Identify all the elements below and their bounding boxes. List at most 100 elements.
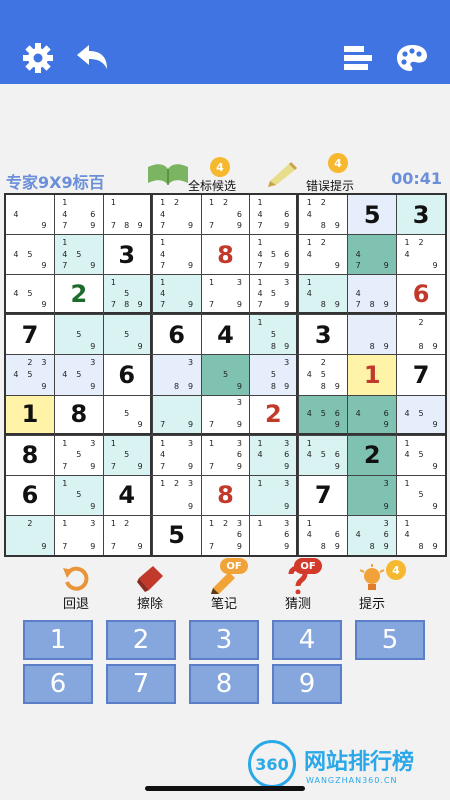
sudoku-cell[interactable]: 8 — [201, 475, 250, 515]
sudoku-cell[interactable]: 4569 — [299, 395, 348, 435]
sudoku-cell[interactable]: 1789 — [103, 195, 152, 235]
sudoku-cell[interactable]: 59 — [201, 355, 250, 395]
sudoku-cell[interactable]: 6 — [103, 355, 152, 395]
number-key-8[interactable]: 8 — [189, 664, 259, 704]
number-key-3[interactable]: 3 — [189, 620, 259, 660]
sudoku-cell[interactable]: 59 — [54, 315, 103, 355]
back-arrow-icon[interactable] — [72, 38, 112, 78]
sudoku-cell[interactable]: 1 3 7 9 — [201, 275, 250, 315]
sudoku-cell[interactable]: 8 — [54, 395, 103, 435]
sudoku-cell[interactable]: 4789 — [348, 275, 397, 315]
sudoku-cell[interactable]: 59 — [103, 315, 152, 355]
sudoku-cell[interactable]: 2 89 — [397, 315, 445, 355]
sudoku-cell[interactable]: 7 — [6, 315, 54, 355]
palette-icon[interactable] — [392, 38, 432, 78]
sudoku-cell[interactable]: 1489 — [397, 515, 445, 555]
sudoku-cell[interactable]: 1 4 689 — [299, 515, 348, 555]
sudoku-cell[interactable]: 1 4 6 7 9 — [250, 195, 299, 235]
sudoku-cell[interactable]: 4 — [201, 315, 250, 355]
sudoku-cell[interactable]: 159 — [397, 475, 445, 515]
sudoku-cell[interactable]: 147 9 — [152, 275, 201, 315]
sudoku-cell[interactable]: 2 — [250, 395, 299, 435]
sudoku-cell[interactable]: 123 9 — [152, 475, 201, 515]
sudoku-cell[interactable]: 15789 — [103, 275, 152, 315]
sudoku-cell[interactable]: 124 9 — [397, 235, 445, 275]
sudoku-cell[interactable]: 1 459 — [397, 435, 445, 475]
sudoku-cell[interactable]: 3 — [299, 315, 348, 355]
number-key-5[interactable]: 5 — [355, 620, 425, 660]
notes-button[interactable]: OF 笔记 — [194, 558, 254, 618]
auto-candidates-button[interactable]: 4 全标候选 — [146, 155, 256, 193]
sudoku-cell[interactable]: 8 — [6, 435, 54, 475]
sudoku-cell[interactable]: 1 4569 — [299, 435, 348, 475]
sudoku-cell[interactable]: 1 — [348, 355, 397, 395]
sudoku-cell[interactable]: 49 — [6, 195, 54, 235]
sudoku-cell[interactable]: 124 7 9 — [152, 195, 201, 235]
number-key-7[interactable]: 7 — [106, 664, 176, 704]
number-key-4[interactable]: 4 — [272, 620, 342, 660]
sudoku-cell[interactable]: 5 — [152, 515, 201, 555]
sudoku-cell[interactable]: 3 — [397, 195, 445, 235]
number-key-9[interactable]: 9 — [272, 664, 342, 704]
error-hint-button[interactable]: 4 错误提示 — [266, 153, 376, 193]
sudoku-cell[interactable]: 459 — [6, 235, 54, 275]
sudoku-cell[interactable]: 245 89 — [299, 355, 348, 395]
number-key-1[interactable]: 1 — [23, 620, 93, 660]
sudoku-cell[interactable]: 29 — [6, 515, 54, 555]
sudoku-cell[interactable]: 6 — [152, 315, 201, 355]
bars-icon[interactable] — [338, 38, 378, 78]
sudoku-cell[interactable]: 12489 — [299, 195, 348, 235]
sudoku-cell[interactable]: 89 — [348, 315, 397, 355]
sudoku-cell[interactable]: 2 — [348, 435, 397, 475]
sudoku-cell[interactable]: 1 456 7 9 — [250, 235, 299, 275]
sudoku-cell[interactable]: 126 7 9 — [201, 195, 250, 235]
sudoku-cell[interactable]: 3 459 — [54, 355, 103, 395]
sudoku-cell[interactable]: 159 — [54, 475, 103, 515]
gear-icon[interactable] — [18, 38, 58, 78]
sudoku-cell[interactable]: 1589 — [250, 315, 299, 355]
sudoku-cell[interactable]: 459 — [397, 395, 445, 435]
hint-button[interactable]: 4 提示 — [342, 560, 406, 618]
sudoku-cell[interactable]: 7 — [397, 355, 445, 395]
number-key-2[interactable]: 2 — [106, 620, 176, 660]
sudoku-cell[interactable]: 1 3 6 7 9 — [201, 435, 250, 475]
sudoku-cell[interactable]: 1 3 47 9 — [152, 435, 201, 475]
sudoku-cell[interactable]: 12 7 9 — [103, 515, 152, 555]
sudoku-cell[interactable]: 1 3 9 — [250, 475, 299, 515]
sudoku-cell[interactable]: 79 — [152, 395, 201, 435]
sudoku-cell[interactable]: 459 — [6, 275, 54, 315]
sudoku-cell[interactable]: 35 89 — [250, 355, 299, 395]
sudoku-cell[interactable]: 59 — [103, 395, 152, 435]
sudoku-cell[interactable]: 124 9 — [299, 235, 348, 275]
guess-button[interactable]: OF 猜测 — [268, 558, 328, 618]
sudoku-cell[interactable]: 1 — [6, 395, 54, 435]
sudoku-cell[interactable]: 1 357 9 — [54, 435, 103, 475]
sudoku-cell[interactable]: 1 3 457 9 — [250, 275, 299, 315]
sudoku-cell[interactable]: 1579 — [103, 435, 152, 475]
sudoku-cell[interactable]: 1 3 7 9 — [54, 515, 103, 555]
sudoku-cell[interactable]: 3 7 9 — [201, 395, 250, 435]
sudoku-cell[interactable]: 1489 — [299, 275, 348, 315]
sudoku-cell[interactable]: 23 459 — [6, 355, 54, 395]
sudoku-cell[interactable]: 2 — [54, 275, 103, 315]
sudoku-cell[interactable]: 1 3 6 9 — [250, 515, 299, 555]
sudoku-cell[interactable]: 3 — [103, 235, 152, 275]
number-key-6[interactable]: 6 — [23, 664, 93, 704]
sudoku-cell[interactable]: 6 — [6, 475, 54, 515]
erase-button[interactable]: 擦除 — [120, 562, 180, 618]
sudoku-cell[interactable]: 4 7 9 — [348, 235, 397, 275]
sudoku-cell[interactable]: 7 — [299, 475, 348, 515]
sudoku-cell[interactable]: 6 — [397, 275, 445, 315]
sudoku-cell[interactable]: 3 4 689 — [348, 515, 397, 555]
sudoku-cell[interactable]: 3 89 — [152, 355, 201, 395]
sudoku-cell[interactable]: 5 — [348, 195, 397, 235]
undo-button[interactable]: 回退 — [46, 562, 106, 618]
sudoku-cell[interactable]: 39 — [348, 475, 397, 515]
sudoku-cell[interactable]: 8 — [201, 235, 250, 275]
sudoku-cell[interactable]: 1 4 6 7 9 — [54, 195, 103, 235]
sudoku-cell[interactable]: 4 — [103, 475, 152, 515]
sudoku-cell[interactable]: 4 69 — [348, 395, 397, 435]
sudoku-cell[interactable]: 1 3 4 69 — [250, 435, 299, 475]
sudoku-cell[interactable]: 123 6 7 9 — [201, 515, 250, 555]
sudoku-cell[interactable]: 1 457 9 — [54, 235, 103, 275]
